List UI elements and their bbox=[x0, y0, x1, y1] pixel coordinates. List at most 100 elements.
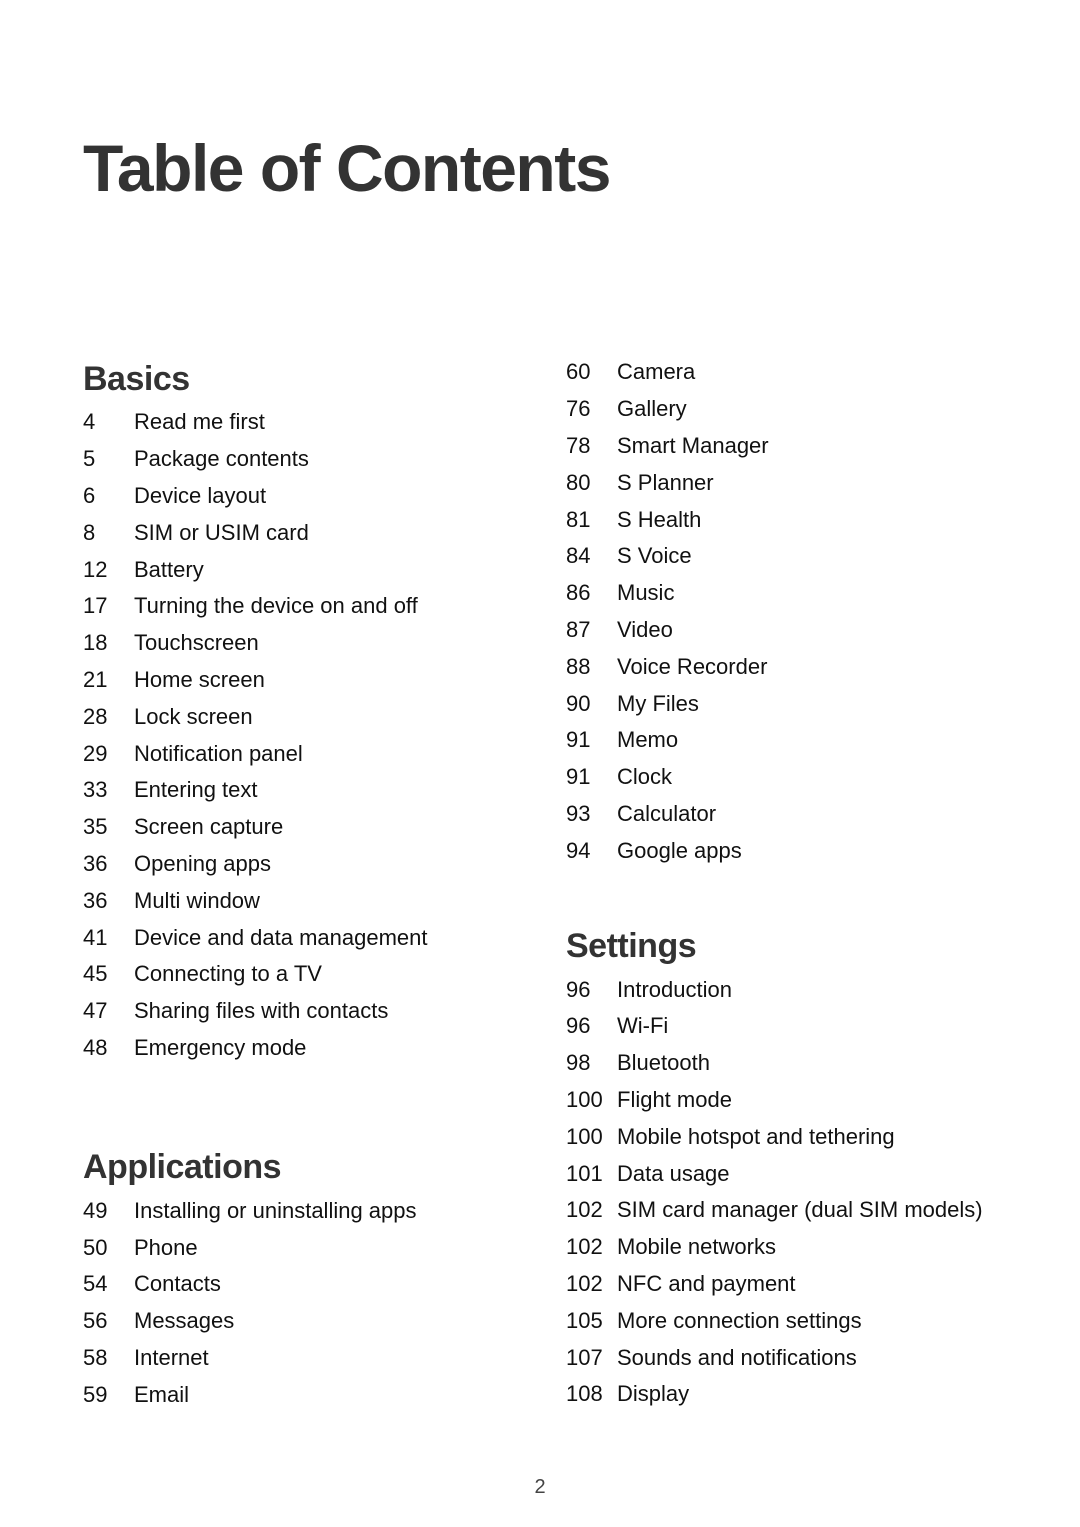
toc-entry[interactable]: 59 Email bbox=[83, 1376, 543, 1413]
entry-label[interactable]: Screen capture bbox=[134, 813, 283, 841]
entry-label[interactable]: S Voice bbox=[617, 542, 692, 570]
toc-entry[interactable]: 88 Voice Recorder bbox=[566, 648, 1026, 685]
entry-label[interactable]: Video bbox=[617, 616, 673, 644]
toc-entry[interactable]: 58 Internet bbox=[83, 1340, 543, 1377]
entry-label[interactable]: NFC and payment bbox=[617, 1270, 796, 1298]
toc-entry[interactable]: 96 Wi-Fi bbox=[566, 1008, 1026, 1045]
entry-label[interactable]: Home screen bbox=[134, 666, 265, 694]
toc-entry[interactable]: 94 Google apps bbox=[566, 832, 1026, 869]
toc-entry[interactable]: 98 Bluetooth bbox=[566, 1045, 1026, 1082]
entry-label[interactable]: Sharing files with contacts bbox=[134, 997, 388, 1025]
entry-label[interactable]: Multi window bbox=[134, 887, 260, 915]
toc-entry[interactable]: 18 Touchscreen bbox=[83, 625, 543, 662]
entry-label[interactable]: Bluetooth bbox=[617, 1049, 710, 1077]
toc-entry[interactable]: 28 Lock screen bbox=[83, 698, 543, 735]
toc-entry[interactable]: 4 Read me first bbox=[83, 404, 543, 441]
entry-label[interactable]: SIM card manager (dual SIM models) bbox=[617, 1196, 983, 1224]
toc-entry[interactable]: 41 Device and data management bbox=[83, 919, 543, 956]
toc-entry[interactable]: 8 SIM or USIM card bbox=[83, 514, 543, 551]
toc-entry[interactable]: 60 Camera bbox=[566, 354, 1026, 391]
entry-label[interactable]: My Files bbox=[617, 690, 699, 718]
toc-entry[interactable]: 47 Sharing files with contacts bbox=[83, 993, 543, 1030]
toc-entry[interactable]: 54 Contacts bbox=[83, 1266, 543, 1303]
entry-label[interactable]: Lock screen bbox=[134, 703, 253, 731]
entry-label[interactable]: Connecting to a TV bbox=[134, 960, 322, 988]
entry-label[interactable]: Flight mode bbox=[617, 1086, 732, 1114]
toc-entry[interactable]: 91 Clock bbox=[566, 759, 1026, 796]
entry-label[interactable]: Memo bbox=[617, 726, 678, 754]
toc-entry[interactable]: 50 Phone bbox=[83, 1229, 543, 1266]
entry-label[interactable]: More connection settings bbox=[617, 1307, 862, 1335]
entry-label[interactable]: Turning the device on and off bbox=[134, 592, 418, 620]
toc-entry[interactable]: 107 Sounds and notifications bbox=[566, 1339, 1026, 1376]
entry-label[interactable]: Camera bbox=[617, 358, 695, 386]
entry-label[interactable]: Display bbox=[617, 1380, 689, 1408]
entry-label[interactable]: Sounds and notifications bbox=[617, 1344, 857, 1372]
entry-label[interactable]: Notification panel bbox=[134, 740, 303, 768]
toc-entry[interactable]: 49 Installing or uninstalling apps bbox=[83, 1192, 543, 1229]
toc-entry[interactable]: 48 Emergency mode bbox=[83, 1030, 543, 1067]
entry-label[interactable]: Messages bbox=[134, 1307, 234, 1335]
toc-entry[interactable]: 102 NFC and payment bbox=[566, 1266, 1026, 1303]
entry-label[interactable]: Introduction bbox=[617, 976, 732, 1004]
entry-label[interactable]: Mobile networks bbox=[617, 1233, 776, 1261]
toc-entry[interactable]: 84 S Voice bbox=[566, 538, 1026, 575]
toc-entry[interactable]: 36 Multi window bbox=[83, 882, 543, 919]
entry-label[interactable]: Touchscreen bbox=[134, 629, 259, 657]
entry-label[interactable]: Device layout bbox=[134, 482, 266, 510]
entry-label[interactable]: Entering text bbox=[134, 776, 258, 804]
toc-entry[interactable]: 91 Memo bbox=[566, 722, 1026, 759]
toc-entry[interactable]: 105 More connection settings bbox=[566, 1302, 1026, 1339]
entry-label[interactable]: Email bbox=[134, 1381, 189, 1409]
entry-label[interactable]: Contacts bbox=[134, 1270, 221, 1298]
entry-label[interactable]: Phone bbox=[134, 1234, 198, 1262]
entry-label[interactable]: Wi-Fi bbox=[617, 1012, 668, 1040]
entry-label[interactable]: Package contents bbox=[134, 445, 309, 473]
toc-entry[interactable]: 36 Opening apps bbox=[83, 846, 543, 883]
entry-label[interactable]: Mobile hotspot and tethering bbox=[617, 1123, 895, 1151]
entry-label[interactable]: Opening apps bbox=[134, 850, 271, 878]
entry-label[interactable]: Google apps bbox=[617, 837, 742, 865]
toc-entry[interactable]: 102 SIM card manager (dual SIM models) bbox=[566, 1192, 1026, 1229]
toc-entry[interactable]: 81 S Health bbox=[566, 501, 1026, 538]
toc-entry[interactable]: 87 Video bbox=[566, 612, 1026, 649]
entry-label[interactable]: S Health bbox=[617, 506, 701, 534]
toc-entry[interactable]: 35 Screen capture bbox=[83, 809, 543, 846]
entry-label[interactable]: S Planner bbox=[617, 469, 714, 497]
toc-entry[interactable]: 21 Home screen bbox=[83, 662, 543, 699]
entry-label[interactable]: Smart Manager bbox=[617, 432, 769, 460]
toc-entry[interactable]: 108 Display bbox=[566, 1376, 1026, 1413]
toc-entry[interactable]: 93 Calculator bbox=[566, 796, 1026, 833]
toc-entry[interactable]: 80 S Planner bbox=[566, 464, 1026, 501]
entry-label[interactable]: Installing or uninstalling apps bbox=[134, 1197, 417, 1225]
entry-label[interactable]: Music bbox=[617, 579, 674, 607]
toc-entry[interactable]: 12 Battery bbox=[83, 551, 543, 588]
entry-label[interactable]: SIM or USIM card bbox=[134, 519, 309, 547]
toc-entry[interactable]: 78 Smart Manager bbox=[566, 428, 1026, 465]
toc-entry[interactable]: 45 Connecting to a TV bbox=[83, 956, 543, 993]
entry-label[interactable]: Voice Recorder bbox=[617, 653, 767, 681]
toc-entry[interactable]: 86 Music bbox=[566, 575, 1026, 612]
toc-entry[interactable]: 96 Introduction bbox=[566, 971, 1026, 1008]
toc-entry[interactable]: 56 Messages bbox=[83, 1303, 543, 1340]
toc-entry[interactable]: 101 Data usage bbox=[566, 1155, 1026, 1192]
entry-label[interactable]: Device and data management bbox=[134, 924, 428, 952]
entry-label[interactable]: Read me first bbox=[134, 408, 265, 436]
entry-label[interactable]: Emergency mode bbox=[134, 1034, 306, 1062]
toc-entry[interactable]: 76 Gallery bbox=[566, 391, 1026, 428]
toc-entry[interactable]: 100 Flight mode bbox=[566, 1082, 1026, 1119]
toc-entry[interactable]: 17 Turning the device on and off bbox=[83, 588, 543, 625]
toc-entry[interactable]: 33 Entering text bbox=[83, 772, 543, 809]
toc-entry[interactable]: 102 Mobile networks bbox=[566, 1229, 1026, 1266]
toc-entry[interactable]: 100 Mobile hotspot and tethering bbox=[566, 1118, 1026, 1155]
entry-label[interactable]: Gallery bbox=[617, 395, 687, 423]
toc-entry[interactable]: 29 Notification panel bbox=[83, 735, 543, 772]
toc-entry[interactable]: 5 Package contents bbox=[83, 441, 543, 478]
toc-entry[interactable]: 90 My Files bbox=[566, 685, 1026, 722]
entry-label[interactable]: Battery bbox=[134, 556, 204, 584]
toc-entry[interactable]: 6 Device layout bbox=[83, 478, 543, 515]
entry-label[interactable]: Calculator bbox=[617, 800, 716, 828]
entry-label[interactable]: Data usage bbox=[617, 1160, 730, 1188]
entry-label[interactable]: Clock bbox=[617, 763, 672, 791]
entry-label[interactable]: Internet bbox=[134, 1344, 209, 1372]
